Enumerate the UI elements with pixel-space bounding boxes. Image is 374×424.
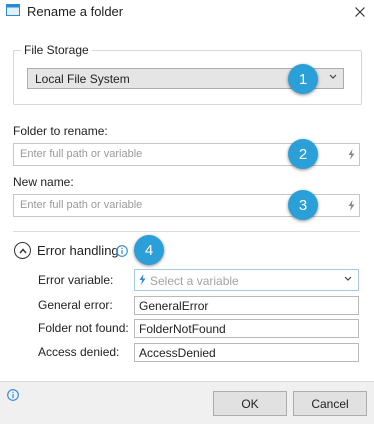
error-variable-select[interactable]: Select a variable xyxy=(134,269,359,291)
step-badge-4: 4 xyxy=(134,235,164,265)
error-handling-toggle[interactable] xyxy=(14,242,31,259)
lightning-icon[interactable] xyxy=(348,149,355,160)
cancel-button[interactable]: Cancel xyxy=(293,391,367,416)
close-button[interactable] xyxy=(348,1,372,23)
error-handling-label: Error handling xyxy=(37,243,119,258)
file-storage-label: File Storage xyxy=(21,43,92,57)
file-storage-value: Local File System xyxy=(35,72,130,86)
new-name-label: New name: xyxy=(13,175,74,189)
folder-not-found-label: Folder not found: xyxy=(38,321,129,335)
lightning-icon xyxy=(139,274,146,285)
lightning-icon[interactable] xyxy=(348,200,355,211)
error-variable-label: Error variable: xyxy=(38,273,114,287)
general-error-label: General error: xyxy=(38,298,113,312)
new-name-placeholder: Enter full path or variable xyxy=(20,199,143,211)
general-error-input[interactable]: GeneralError xyxy=(134,296,359,315)
close-icon xyxy=(355,7,365,17)
general-error-value: GeneralError xyxy=(139,299,209,313)
info-icon[interactable] xyxy=(116,245,128,257)
folder-window-icon xyxy=(6,4,20,16)
section-divider xyxy=(13,231,360,232)
step-badge-2: 2 xyxy=(288,139,318,169)
title-bar: Rename a folder xyxy=(0,0,374,24)
access-denied-value: AccessDenied xyxy=(139,346,216,360)
chevron-down-icon xyxy=(329,74,337,79)
folder-not-found-value: FolderNotFound xyxy=(139,322,226,336)
ok-button[interactable]: OK xyxy=(213,391,287,416)
folder-not-found-input[interactable]: FolderNotFound xyxy=(134,319,359,338)
access-denied-label: Access denied: xyxy=(38,345,120,359)
chevron-down-icon xyxy=(344,276,352,281)
chevron-up-icon xyxy=(18,247,27,253)
error-variable-placeholder: Select a variable xyxy=(150,274,239,288)
folder-to-rename-placeholder: Enter full path or variable xyxy=(20,148,143,160)
window-title: Rename a folder xyxy=(27,4,124,19)
folder-to-rename-label: Folder to rename: xyxy=(13,124,108,138)
step-badge-1: 1 xyxy=(288,64,318,94)
info-icon[interactable] xyxy=(7,389,19,401)
step-badge-3: 3 xyxy=(288,190,318,220)
access-denied-input[interactable]: AccessDenied xyxy=(134,343,359,362)
